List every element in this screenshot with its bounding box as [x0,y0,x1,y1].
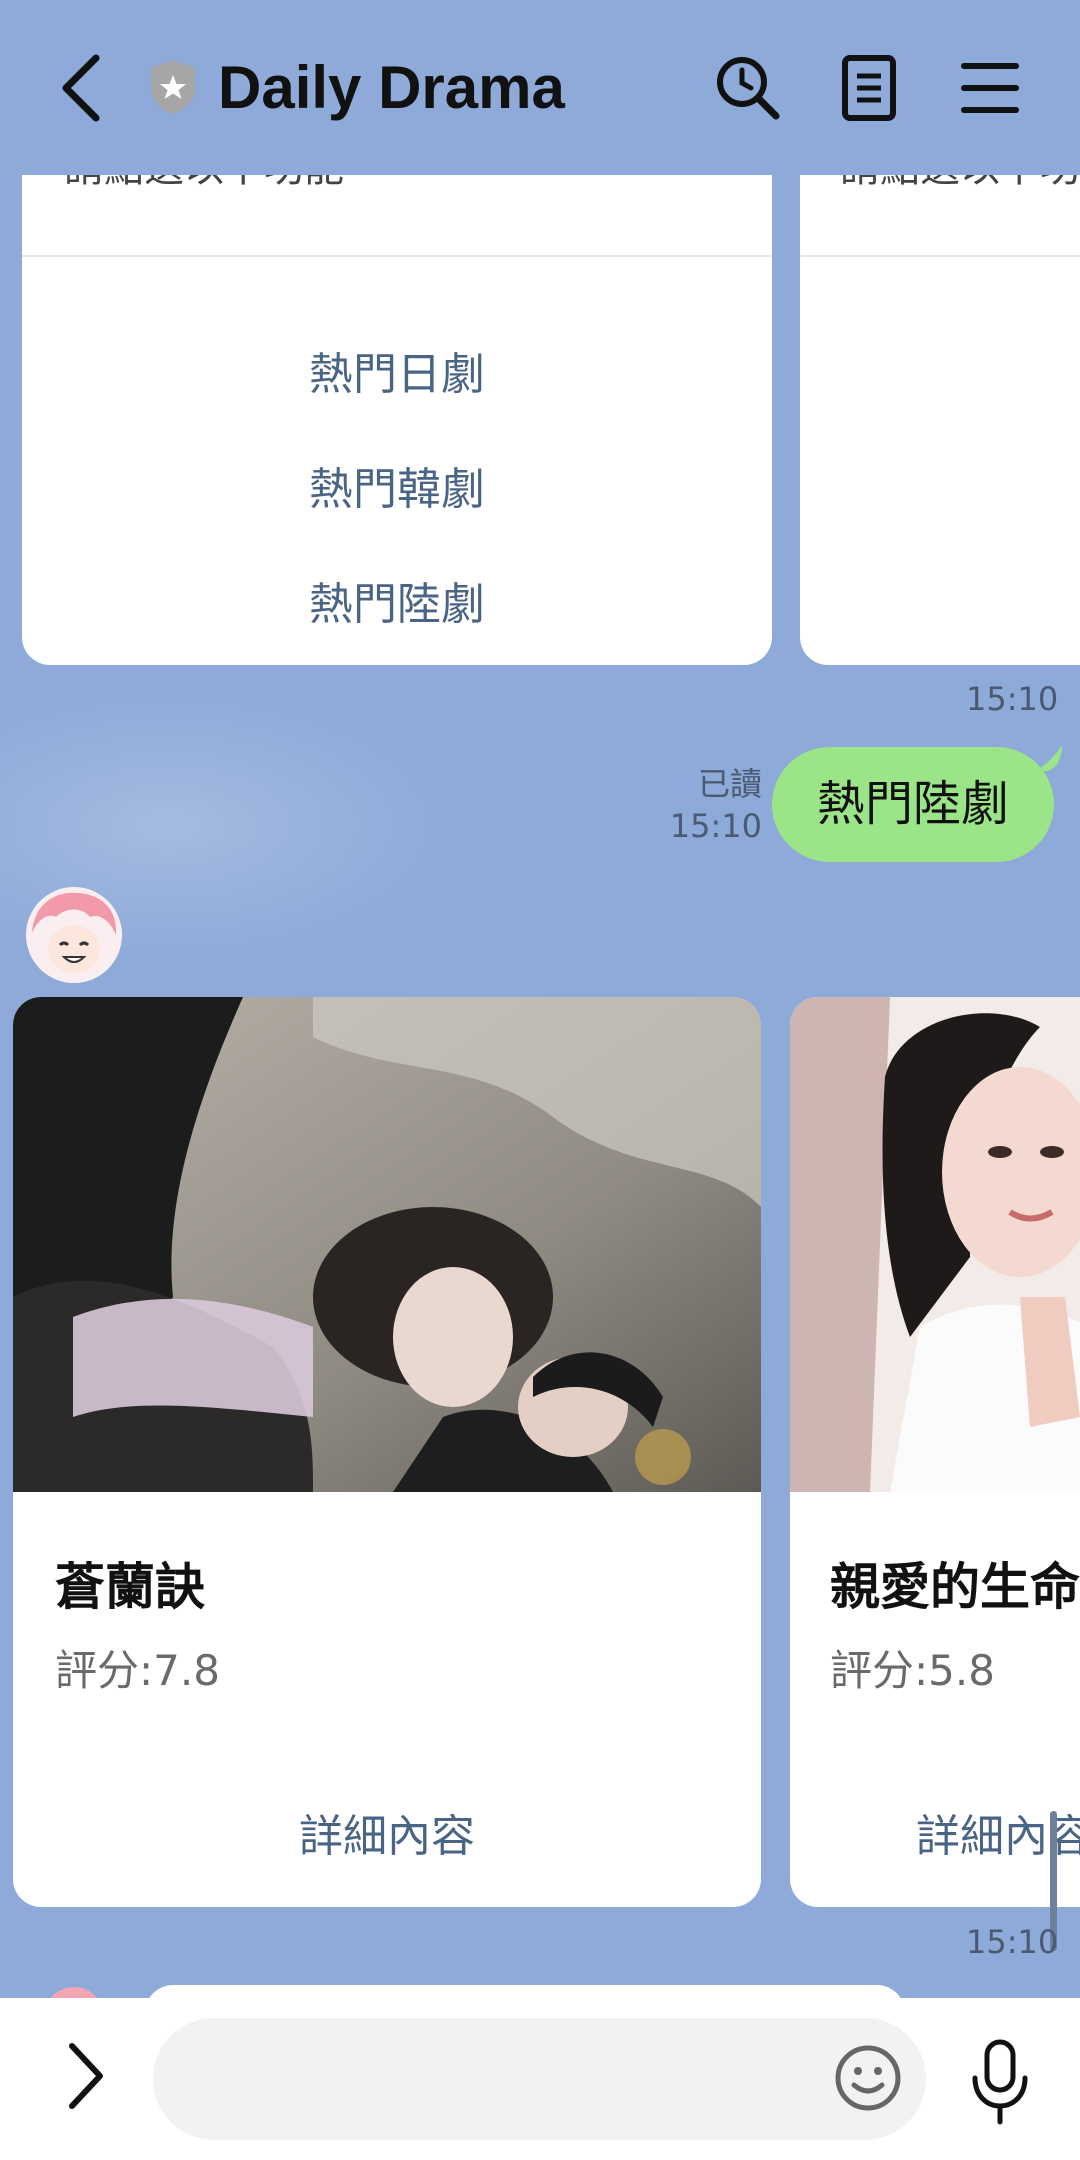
chat-area[interactable]: 請點選以下功能 熱門日劇 熱門韓劇 熱門陸劇 請點選以下功 15:10 已讀 1… [0,175,1080,1998]
drama-title: 親愛的生命 [830,1558,1080,1616]
microphone-icon[interactable] [965,2036,1035,2126]
read-receipt: 已讀 15:10 [670,763,762,847]
back-chevron-icon[interactable] [52,48,112,128]
message-time: 15:10 [966,1923,1059,1961]
shield-star-icon [151,60,195,114]
expand-chevron-icon[interactable] [58,2038,114,2114]
message-input[interactable] [153,2018,926,2140]
avatar[interactable] [44,1987,104,1998]
message-time: 15:10 [669,807,762,845]
drama-rating: 評分:5.8 [830,1646,995,1695]
message-input-bar [0,1998,1080,2160]
menu-card-next[interactable]: 請點選以下功 [800,175,1080,665]
menu-card: 請點選以下功能 熱門日劇 熱門韓劇 熱門陸劇 [22,175,772,665]
details-link[interactable]: 詳細內容 [13,1807,761,1867]
bubble-tail [1036,745,1062,771]
search-icon[interactable] [712,52,784,124]
chat-header: Daily Drama [0,0,1080,175]
menu-card-prompt: 請點選以下功能 [64,175,344,185]
menu-icon[interactable] [954,52,1026,124]
my-message-bubble[interactable]: 熱門陸劇 [772,747,1054,862]
avatar[interactable] [26,887,122,983]
anime-face-avatar [26,887,122,983]
message-time: 15:10 [966,680,1059,718]
read-status: 已讀 [697,765,762,803]
menu-item-korean-drama[interactable]: 熱門韓劇 [22,460,772,520]
next-message-card[interactable] [145,1985,905,1998]
notes-icon[interactable] [833,52,905,124]
menu-card-prompt: 請點選以下功 [840,175,1080,185]
emoji-icon[interactable] [833,2043,903,2113]
details-link[interactable]: 詳細內容 [790,1807,1080,1867]
drama-poster-image[interactable] [13,997,761,1492]
divider [800,255,1080,257]
menu-item-japanese-drama[interactable]: 熱門日劇 [22,345,772,405]
drama-rating: 評分:7.8 [55,1646,220,1695]
drama-card[interactable]: 蒼蘭訣 評分:7.8 詳細內容 [13,997,761,1907]
drama-poster-image[interactable] [790,997,1080,1492]
divider [22,255,772,257]
chat-title: Daily Drama [218,54,565,121]
menu-item-chinese-drama[interactable]: 熱門陸劇 [22,575,772,635]
drama-card[interactable]: 親愛的生命 評分:5.8 詳細內容 [790,997,1080,1907]
drama-title: 蒼蘭訣 [55,1558,205,1616]
